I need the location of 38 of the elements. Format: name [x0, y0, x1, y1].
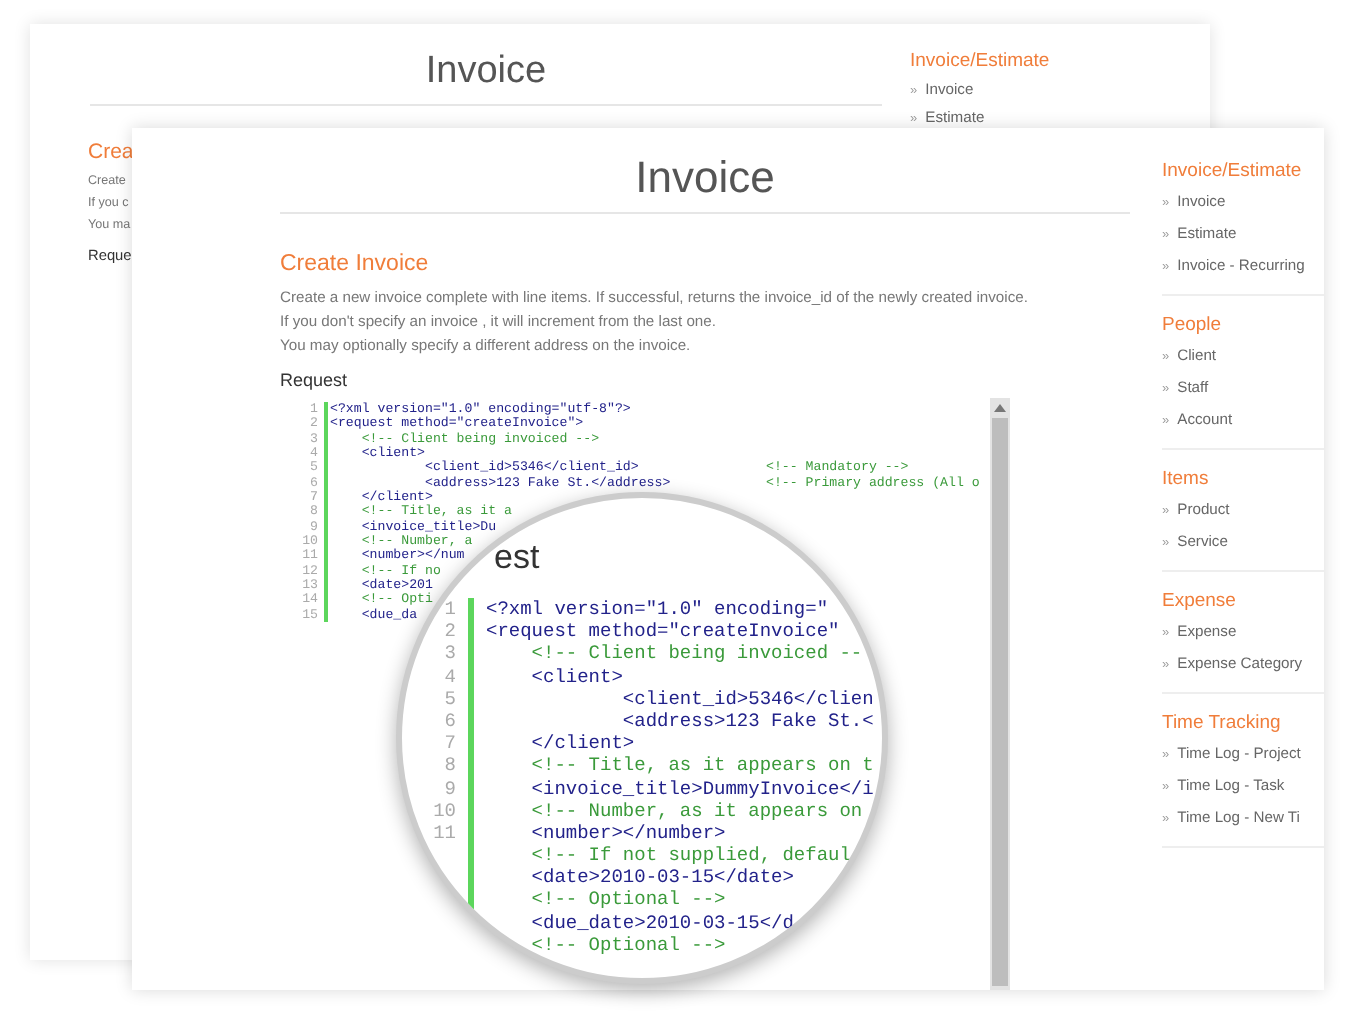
code-line: <invoice_title>DummyInvoice</i [468, 777, 874, 800]
scrollbar-thumb[interactable] [992, 418, 1008, 986]
code-line: <due_date>2010-03-15</d [468, 911, 794, 934]
code-line: <number></number> [468, 821, 726, 845]
sidebar-heading: Items [1162, 466, 1211, 494]
line-number: 6 [442, 709, 458, 733]
line-number: 2 [442, 620, 458, 643]
sidebar-heading: Invoice/Estimate [910, 48, 1050, 76]
section-title: Create Invoice [280, 252, 431, 280]
line-number: 11 [431, 821, 458, 845]
request-label: Request [280, 370, 350, 394]
code-line: </client> [468, 732, 635, 755]
code-line: <?xml version="1.0" encoding=" [468, 598, 829, 621]
code-line: <!-- Optional --> [468, 888, 726, 912]
sidebar-heading: Expense [1162, 588, 1238, 616]
section-title: Crea [88, 140, 134, 168]
line-number: 10 [431, 799, 458, 822]
code-line: <client_id>5346</clien [468, 687, 874, 710]
sidebar-heading: Time Tracking [1162, 710, 1283, 738]
code-line: <client> [468, 665, 623, 688]
code-line: <!-- Optional --> [468, 933, 726, 956]
page-title: Invoice [633, 152, 777, 206]
code-line: <request method="createInvoice" [468, 620, 840, 643]
page-title: Invoice [423, 48, 549, 96]
code-line: <date>2010-03-15</date> [468, 866, 794, 889]
line-number: 8 [442, 754, 458, 777]
sidebar-heading: Invoice/Estimate [1162, 158, 1304, 186]
line-number: 9 [442, 777, 458, 800]
code-line: <!-- Client being invoiced -- [468, 642, 863, 666]
line-number: 7 [442, 732, 458, 755]
code-line: <address>123 Fake St.< [468, 709, 874, 733]
code-line: <!-- Title, as it appears on t [468, 754, 874, 777]
line-number: 3 [442, 642, 458, 666]
line-number: 5 [442, 687, 458, 710]
sidebar-heading: People [1162, 312, 1224, 340]
code-line: <!-- Number, as it appears on [468, 799, 863, 822]
line-number: 4 [442, 665, 458, 688]
code-line: <!-- If not supplied, defaul [468, 844, 851, 867]
